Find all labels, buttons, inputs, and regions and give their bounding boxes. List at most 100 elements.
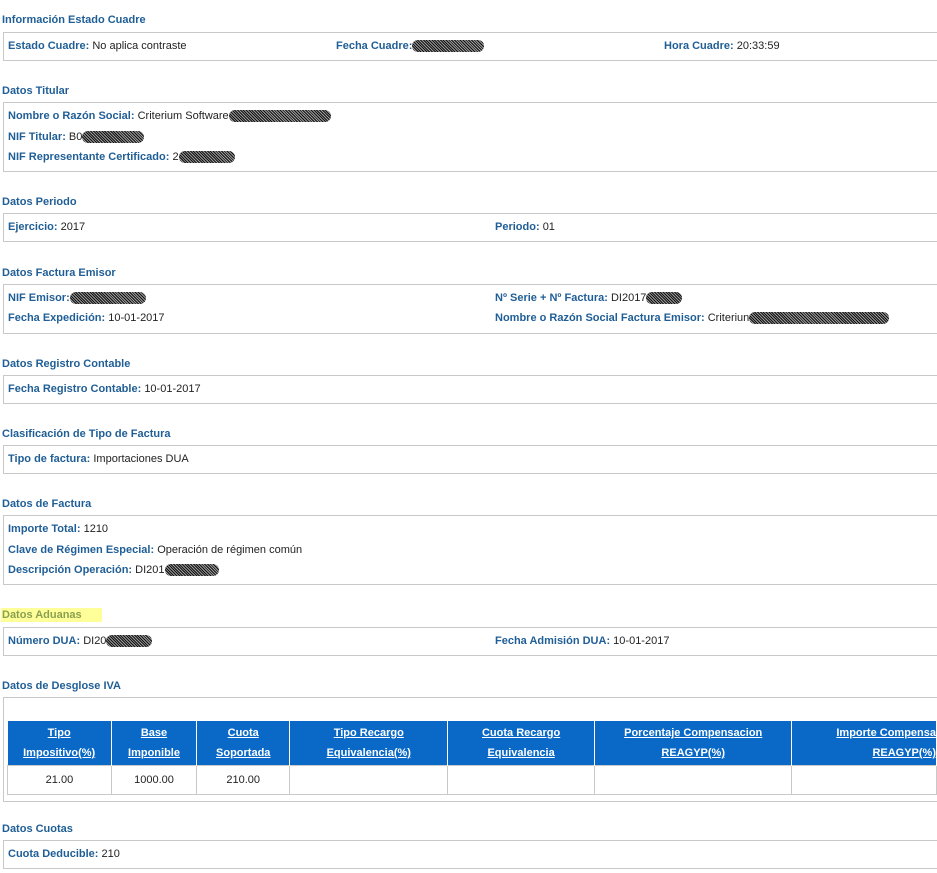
nombre-titular-value: Criterium Software [137, 110, 229, 122]
fecha-admision-dua-field: Fecha Admisión DUA: 10-01-2017 [495, 635, 669, 647]
fecha-registro-field: Fecha Registro Contable: 10-01-2017 [8, 383, 201, 395]
section-title-cuotas: Datos Cuotas [2, 823, 73, 835]
nif-emisor-field: NIF Emisor: [8, 292, 146, 305]
importe-total-label: Importe Total: [8, 523, 81, 535]
redacted-mark [164, 564, 219, 577]
serie-factura-value: DI2017 [610, 292, 647, 304]
nif-emisor-label: NIF Emisor: [8, 292, 70, 304]
datos-factura-panel: Importe Total: 1210 Clave de Régimen Esp… [3, 515, 937, 585]
redacted-mark [228, 110, 331, 123]
table-cell [289, 765, 449, 795]
clave-regimen-field: Clave de Régimen Especial: Operación de … [8, 544, 302, 556]
column-header-cuota-recargo[interactable]: Cuota Recargo Equivalencia [447, 721, 595, 766]
clave-regimen-value: Operación de régimen común [157, 544, 303, 556]
clave-regimen-label: Clave de Régimen Especial: [8, 544, 155, 556]
table-header-row: Tipo Impositivo(%) Base Imponible Cuota Sop… [7, 721, 937, 766]
cuota-deducible-label: Cuota Deducible: [8, 848, 99, 860]
estado-cuadre-label: Estado Cuadre: [8, 40, 90, 52]
nif-titular-field: NIF Titular: B0 [8, 131, 145, 144]
section-title-estado-cuadre: Información Estado Cuadre [2, 14, 146, 26]
column-header-tipo-impositivo[interactable]: Tipo Impositivo(%) [7, 721, 112, 766]
periodo-field: Periodo: 01 [495, 221, 555, 233]
ejercicio-field: Ejercicio: 2017 [8, 221, 85, 233]
redacted-mark [412, 40, 485, 53]
section-title-aduanas: Datos Aduanas [1, 608, 102, 622]
fecha-admision-dua-value: 10-01-2017 [613, 635, 670, 647]
section-title-registro-contable: Datos Registro Contable [2, 358, 131, 370]
estado-cuadre-value: No aplica contraste [92, 40, 187, 52]
ejercicio-value: 2017 [60, 221, 86, 233]
section-title-periodo: Datos Periodo [2, 196, 77, 208]
fecha-expedicion-label: Fecha Expedición: [8, 312, 106, 324]
column-header-base-imponible[interactable]: Base Imponible [111, 721, 198, 766]
section-title-clasificacion: Clasificación de Tipo de Factura [2, 428, 171, 440]
redacted-mark [69, 292, 146, 305]
fecha-registro-value: 10-01-2017 [144, 383, 201, 395]
clasificacion-panel: Tipo de factura: Importaciones DUA [3, 445, 937, 474]
aduanas-panel: Número DUA: DI20 Fecha Admisión DUA: 10-… [3, 627, 937, 656]
nombre-emisor-value: Criteriun [707, 312, 750, 324]
redacted-mark [646, 292, 683, 305]
column-header-tipo-recargo[interactable]: Tipo Recargo Equivalencia(%) [289, 721, 449, 766]
tipo-factura-value: Importaciones DUA [93, 453, 189, 465]
fecha-registro-label: Fecha Registro Contable: [8, 383, 142, 395]
nif-titular-value: B0 [68, 131, 83, 143]
nombre-emisor-field: Nombre o Razón Social Factura Emisor: Cr… [495, 312, 890, 325]
fecha-admision-dua-label: Fecha Admisión DUA: [495, 635, 611, 647]
serie-factura-label: Nº Serie + Nº Factura: [495, 292, 608, 304]
tipo-factura-label: Tipo de factura: [8, 453, 91, 465]
cuota-deducible-value: 210 [101, 848, 120, 860]
factura-emisor-panel: NIF Emisor: Nº Serie + Nº Factura: DI201… [3, 284, 937, 334]
table-cell [791, 765, 937, 795]
nif-representante-value: 2 [172, 151, 179, 163]
nif-representante-label: NIF Representante Certificado: [8, 151, 170, 163]
fecha-expedicion-field: Fecha Expedición: 10-01-2017 [8, 312, 165, 324]
estado-cuadre-field: Estado Cuadre: No aplica contraste [8, 40, 187, 52]
redacted-mark [82, 131, 145, 144]
table-cell: 1000.00 [110, 765, 198, 795]
column-header-cuota-soportada[interactable]: Cuota Soportada [196, 721, 291, 766]
nombre-emisor-label: Nombre o Razón Social Factura Emisor: [495, 312, 705, 324]
tipo-factura-field: Tipo de factura: Importaciones DUA [8, 453, 189, 465]
hora-cuadre-label: Hora Cuadre: [664, 40, 734, 52]
importe-total-field: Importe Total: 1210 [8, 523, 108, 535]
redacted-mark [106, 635, 153, 648]
hora-cuadre-field: Hora Cuadre: 20:33:59 [664, 40, 780, 52]
fecha-cuadre-field: Fecha Cuadre: [336, 40, 485, 53]
fecha-cuadre-label: Fecha Cuadre: [336, 40, 413, 52]
section-title-factura-emisor: Datos Factura Emisor [2, 267, 116, 279]
numero-dua-value: DI20 [83, 635, 107, 647]
importe-total-value: 1210 [83, 523, 109, 535]
section-title-datos-factura: Datos de Factura [2, 498, 92, 510]
ejercicio-label: Ejercicio: [8, 221, 58, 233]
table-cell: 210.00 [196, 765, 291, 795]
column-header-porcentaje-compensacion[interactable]: Porcentaje Compensacion REAGYP(%) [594, 721, 793, 766]
table-cell: 21.00 [7, 765, 112, 795]
periodo-label: Periodo: [495, 221, 540, 233]
numero-dua-label: Número DUA: [8, 635, 81, 647]
cuotas-panel: Cuota Deducible: 210 [3, 840, 937, 869]
numero-dua-field: Número DUA: DI20 [8, 635, 153, 648]
nombre-titular-field: Nombre o Razón Social: Criterium Softwar… [8, 110, 331, 123]
section-title-titular: Datos Titular [2, 85, 70, 97]
periodo-panel: Ejercicio: 2017 Periodo: 01 [3, 213, 937, 242]
periodo-value: 01 [542, 221, 555, 233]
section-title-desglose-iva: Datos de Desglose IVA [2, 680, 121, 692]
desglose-iva-table: Tipo Impositivo(%) Base Imponible Cuota Sop… [7, 721, 937, 795]
fecha-expedicion-value: 10-01-2017 [108, 312, 165, 324]
cuota-deducible-field: Cuota Deducible: 210 [8, 848, 120, 860]
column-header-importe-compensacion[interactable]: Importe Compensa REAGYP(%) [791, 721, 937, 766]
table-cell [593, 765, 793, 795]
descripcion-operacion-label: Descripción Operación: [8, 564, 133, 576]
nif-representante-field: NIF Representante Certificado: 2 [8, 151, 235, 164]
descripcion-operacion-field: Descripción Operación: DI201 [8, 564, 219, 577]
descripcion-operacion-value: DI201 [135, 564, 165, 576]
titular-panel: Nombre o Razón Social: Criterium Softwar… [3, 102, 937, 172]
redacted-mark [178, 151, 235, 164]
hora-cuadre-value: 20:33:59 [736, 40, 780, 52]
table-cell [447, 765, 595, 795]
estado-cuadre-panel: Estado Cuadre: No aplica contraste Fecha… [3, 32, 937, 61]
table-row: 21.00 1000.00 210.00 [7, 765, 937, 795]
nombre-titular-label: Nombre o Razón Social: [8, 110, 135, 122]
redacted-mark [749, 312, 890, 325]
